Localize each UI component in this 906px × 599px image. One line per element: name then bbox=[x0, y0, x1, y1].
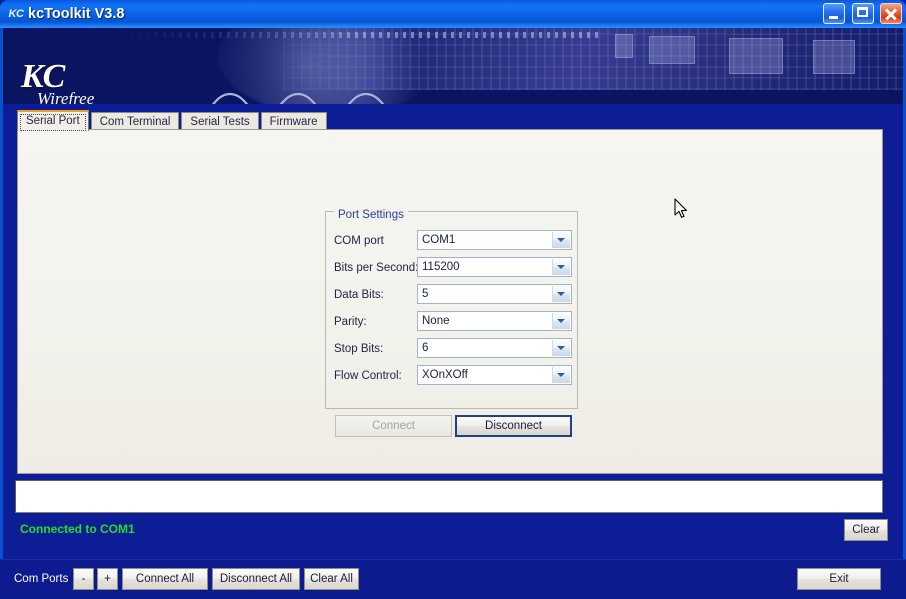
field-label: COM port bbox=[334, 235, 384, 247]
tab-label: Serial Tests bbox=[190, 116, 250, 128]
connect-all-button[interactable]: Connect All bbox=[122, 568, 208, 590]
clear-all-button[interactable]: Clear All bbox=[304, 568, 359, 590]
chip-graphic bbox=[649, 36, 695, 64]
field-flow-control: Flow Control: XOnXOff bbox=[325, 365, 578, 387]
chevron-down-icon[interactable] bbox=[552, 286, 570, 302]
increase-com-ports-button[interactable]: + bbox=[97, 568, 118, 590]
chip-graphic bbox=[729, 38, 783, 74]
window-controls bbox=[821, 3, 902, 25]
stop-bits-select[interactable]: 6 bbox=[417, 338, 572, 358]
decrease-com-ports-button[interactable]: - bbox=[73, 568, 94, 590]
field-label: Stop Bits: bbox=[334, 343, 384, 355]
stop-bits-value: 6 bbox=[422, 342, 429, 354]
field-bits-per-second: Bits per Second: 115200 bbox=[325, 257, 578, 279]
logo-secondary: Wirefree bbox=[37, 89, 95, 104]
field-com-port: COM port COM1 bbox=[325, 230, 578, 252]
app-icon: KC bbox=[8, 8, 24, 20]
disconnect-button[interactable]: Disconnect bbox=[455, 415, 572, 437]
field-parity: Parity: None bbox=[325, 311, 578, 333]
exit-button[interactable]: Exit bbox=[797, 568, 881, 590]
port-settings-title: Port Settings bbox=[334, 209, 408, 222]
flow-control-value: XOnXOff bbox=[422, 369, 468, 381]
chevron-down-icon[interactable] bbox=[552, 340, 570, 356]
focus-ring bbox=[20, 114, 86, 131]
disconnect-all-button[interactable]: Disconnect All bbox=[212, 568, 300, 590]
exit-button-label: Exit bbox=[829, 573, 849, 585]
maximize-icon[interactable] bbox=[851, 3, 874, 24]
clear-all-button-label: Clear All bbox=[310, 573, 353, 585]
minimize-icon[interactable] bbox=[823, 3, 846, 24]
clear-button-label: Clear bbox=[852, 524, 880, 536]
title-bar: KC kcToolkit V3.8 bbox=[0, 0, 906, 29]
status-message: Connected to COM1 bbox=[20, 522, 135, 536]
flow-control-select[interactable]: XOnXOff bbox=[417, 365, 572, 385]
close-icon[interactable] bbox=[880, 3, 902, 24]
chevron-down-icon[interactable] bbox=[552, 259, 570, 275]
bits-per-second-value: 115200 bbox=[422, 261, 460, 273]
tab-label: Com Terminal bbox=[99, 116, 171, 128]
chevron-down-icon[interactable] bbox=[552, 313, 570, 329]
disconnect-button-label: Disconnect bbox=[485, 420, 542, 432]
field-label: Flow Control: bbox=[334, 370, 402, 382]
com-port-select[interactable]: COM1 bbox=[417, 230, 572, 250]
log-output-box[interactable] bbox=[15, 480, 883, 513]
field-label: Bits per Second: bbox=[334, 262, 419, 274]
disconnect-all-button-label: Disconnect All bbox=[219, 573, 293, 585]
tab-serial-port[interactable]: Serial Port bbox=[17, 110, 89, 131]
field-data-bits: Data Bits: 5 bbox=[325, 284, 578, 306]
chip-graphic bbox=[813, 40, 855, 74]
clear-button[interactable]: Clear bbox=[844, 519, 888, 541]
tab-strip: Serial Port Com Terminal Serial Tests Fi… bbox=[17, 110, 329, 131]
minus-button-label: - bbox=[81, 571, 86, 585]
connect-button[interactable]: Connect bbox=[335, 415, 452, 437]
data-bits-value: 5 bbox=[422, 288, 429, 300]
plus-button-label: + bbox=[103, 571, 111, 585]
com-ports-label: Com Ports bbox=[14, 573, 69, 585]
application-window: KC kcToolkit V3.8 KC Wirefree Serial Por… bbox=[0, 0, 906, 599]
window-title: kcToolkit V3.8 bbox=[28, 6, 125, 22]
parity-select[interactable]: None bbox=[417, 311, 572, 331]
field-label: Data Bits: bbox=[334, 289, 384, 301]
brand-banner: KC Wirefree bbox=[3, 28, 903, 104]
chevron-down-icon[interactable] bbox=[552, 232, 570, 248]
bits-per-second-select[interactable]: 115200 bbox=[417, 257, 572, 277]
connect-button-label: Connect bbox=[372, 420, 415, 432]
connect-all-button-label: Connect All bbox=[135, 573, 195, 585]
waveform-graphic bbox=[211, 92, 385, 104]
chip-graphic bbox=[615, 34, 633, 58]
parity-value: None bbox=[422, 315, 450, 327]
com-port-value: COM1 bbox=[422, 234, 456, 246]
data-bits-select[interactable]: 5 bbox=[417, 284, 572, 304]
field-stop-bits: Stop Bits: 6 bbox=[325, 338, 578, 360]
window-border-left bbox=[0, 28, 3, 598]
field-label: Parity: bbox=[334, 316, 367, 328]
tab-label: Firmware bbox=[269, 116, 318, 128]
chevron-down-icon[interactable] bbox=[552, 367, 570, 383]
